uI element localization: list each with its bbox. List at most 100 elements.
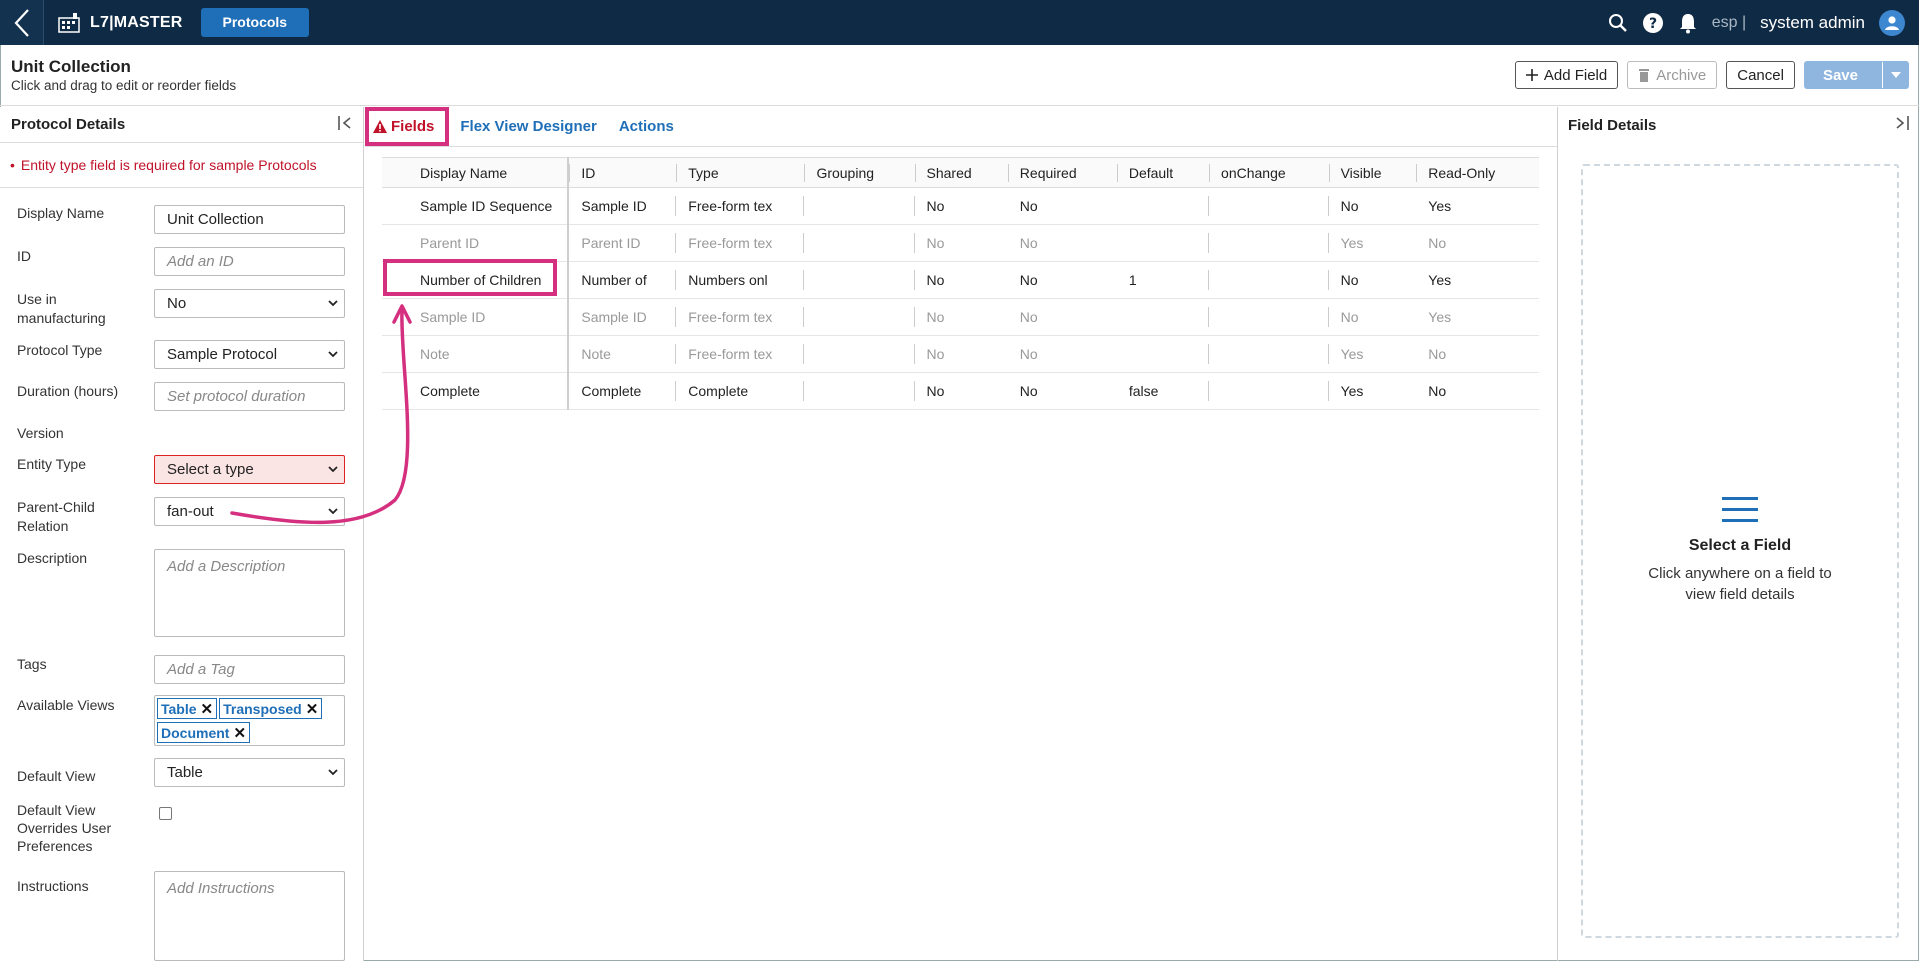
user-name[interactable]: system admin bbox=[1760, 13, 1865, 33]
instructions-textarea[interactable]: Add Instructions bbox=[154, 871, 345, 961]
column-header[interactable]: Default bbox=[1116, 157, 1210, 188]
user-icon[interactable] bbox=[1879, 9, 1905, 36]
available-views-field[interactable]: Table ✕ Transposed ✕ Document ✕ bbox=[154, 695, 345, 746]
trash-icon bbox=[1639, 69, 1650, 82]
table-cell: false bbox=[1116, 372, 1210, 410]
archive-button[interactable]: Archive bbox=[1627, 61, 1718, 89]
table-cell: Numbers onl bbox=[676, 261, 805, 299]
save-button[interactable]: Save bbox=[1803, 61, 1909, 89]
manufacturing-select[interactable]: No bbox=[154, 289, 345, 318]
column-header[interactable]: Shared bbox=[914, 157, 1008, 188]
table-cell bbox=[804, 187, 915, 225]
column-header[interactable]: ID bbox=[568, 157, 677, 188]
duration-field[interactable]: Set protocol duration bbox=[154, 382, 345, 411]
tab-flex-view-designer[interactable]: Flex View Designer bbox=[449, 107, 607, 146]
table-cell bbox=[804, 335, 915, 373]
top-right-controls: ? esp | system admin bbox=[1608, 0, 1905, 45]
table-cell: Yes bbox=[1416, 298, 1539, 336]
override-label: Default View Overrides User Preferences bbox=[17, 801, 111, 855]
table-cell: Complete bbox=[382, 372, 570, 410]
table-cell bbox=[1116, 298, 1210, 336]
default-view-label: Default View bbox=[17, 768, 96, 784]
back-button[interactable] bbox=[0, 0, 44, 45]
table-row[interactable]: Parent ID Parent ID Free-form tex No No Yes No bbox=[382, 224, 1539, 262]
annotation-highlight-box bbox=[383, 259, 557, 296]
parent-child-select[interactable]: fan-out bbox=[154, 497, 345, 526]
language-switch[interactable]: esp | bbox=[1712, 14, 1746, 32]
description-label: Description bbox=[17, 550, 88, 566]
bell-icon[interactable] bbox=[1678, 12, 1698, 34]
svg-text:?: ? bbox=[1649, 16, 1657, 32]
table-cell: 1 bbox=[1116, 261, 1210, 299]
table-cell bbox=[1116, 335, 1210, 373]
save-options-dropdown[interactable] bbox=[1882, 62, 1908, 88]
table-cell: No bbox=[1007, 335, 1117, 373]
default-view-select[interactable]: Table bbox=[154, 758, 345, 787]
remove-chip-icon[interactable]: ✕ bbox=[201, 700, 214, 718]
search-icon[interactable] bbox=[1608, 13, 1628, 33]
table-cell: No bbox=[1328, 187, 1417, 225]
table-row[interactable]: Note Note Free-form tex No No Yes No bbox=[382, 335, 1539, 373]
display-name-field[interactable]: Unit Collection bbox=[154, 205, 345, 234]
column-header[interactable]: Visible bbox=[1328, 157, 1417, 188]
remove-chip-icon[interactable]: ✕ bbox=[306, 700, 319, 718]
collapse-left-icon[interactable] bbox=[338, 115, 352, 134]
table-cell: No bbox=[1007, 224, 1117, 262]
tab-actions[interactable]: Actions bbox=[608, 107, 685, 146]
view-chip-label: Document bbox=[161, 724, 230, 741]
table-row[interactable]: Sample ID Sequence Sample ID Free-form tex… bbox=[382, 187, 1539, 225]
add-field-button[interactable]: Add Field bbox=[1514, 61, 1619, 89]
description-textarea[interactable]: Add a Description bbox=[154, 549, 345, 637]
help-icon[interactable]: ? bbox=[1642, 12, 1664, 34]
protocol-type-value: Sample Protocol bbox=[167, 346, 278, 363]
display-name-label: Display Name bbox=[17, 205, 105, 221]
cancel-label: Cancel bbox=[1737, 66, 1784, 84]
parent-child-label: Parent-Child Relation bbox=[17, 498, 95, 536]
table-cell: Complete bbox=[568, 372, 677, 410]
brand-name: L7|MASTER bbox=[90, 13, 183, 31]
entity-type-select[interactable]: Select a type bbox=[154, 455, 345, 484]
default-view-value: Table bbox=[167, 764, 203, 781]
remove-chip-icon[interactable]: ✕ bbox=[233, 724, 246, 742]
header-actions: Add Field Archive Cancel Save bbox=[1514, 61, 1909, 89]
error-bullet-icon: • bbox=[10, 157, 15, 173]
column-header[interactable]: Type bbox=[676, 157, 805, 188]
table-cell: No bbox=[1416, 335, 1539, 373]
column-header[interactable]: Display Name bbox=[382, 157, 570, 188]
column-header[interactable]: Grouping bbox=[804, 157, 915, 188]
field-details-header: Field Details bbox=[1558, 107, 1919, 143]
view-chip-transposed: Transposed ✕ bbox=[219, 698, 323, 719]
table-cell: Parent ID bbox=[382, 224, 570, 262]
add-field-label: Add Field bbox=[1543, 66, 1608, 84]
column-header[interactable]: Read-Only bbox=[1416, 157, 1539, 188]
page-subtitle: Click and drag to edit or reorder fields bbox=[11, 78, 237, 93]
table-cell: No bbox=[914, 335, 1008, 373]
view-chip-label: Transposed bbox=[223, 700, 302, 717]
column-header[interactable]: onChange bbox=[1209, 157, 1329, 188]
id-label: ID bbox=[17, 248, 31, 264]
field-details-panel: Field Details Select a Field Click anywh… bbox=[1557, 107, 1919, 961]
table-cell bbox=[1209, 372, 1329, 410]
collapse-right-icon[interactable] bbox=[1895, 116, 1909, 134]
brand[interactable]: L7|MASTER bbox=[58, 12, 183, 33]
table-row[interactable]: Sample ID Sample ID Free-form tex No No No Yes bbox=[382, 298, 1539, 336]
entity-type-value: Select a type bbox=[167, 461, 254, 478]
tags-input[interactable]: Add a Tag bbox=[154, 655, 345, 684]
cancel-button[interactable]: Cancel bbox=[1726, 61, 1795, 89]
fields-workspace: Fields Flex View Designer Actions Displa… bbox=[365, 107, 1557, 961]
table-cell: Yes bbox=[1328, 335, 1417, 373]
table-cell: No bbox=[1416, 372, 1539, 410]
override-label-line2: Overrides User bbox=[17, 820, 112, 836]
app-switcher-protocols[interactable]: Protocols bbox=[200, 8, 310, 37]
table-cell bbox=[804, 298, 915, 336]
id-field[interactable]: Add an ID bbox=[154, 247, 345, 276]
protocol-type-select[interactable]: Sample Protocol bbox=[154, 340, 345, 369]
tab-fields[interactable]: Fields bbox=[365, 107, 450, 146]
parent-child-label-line1: Parent-Child bbox=[17, 499, 95, 515]
table-cell: Free-form tex bbox=[676, 224, 805, 262]
back-chevron-icon bbox=[14, 8, 29, 37]
table-cell: No bbox=[1328, 298, 1417, 336]
column-header[interactable]: Required bbox=[1007, 157, 1117, 188]
table-row[interactable]: Complete Complete Complete No No false Yes No bbox=[382, 372, 1539, 410]
override-checkbox[interactable] bbox=[159, 807, 172, 820]
